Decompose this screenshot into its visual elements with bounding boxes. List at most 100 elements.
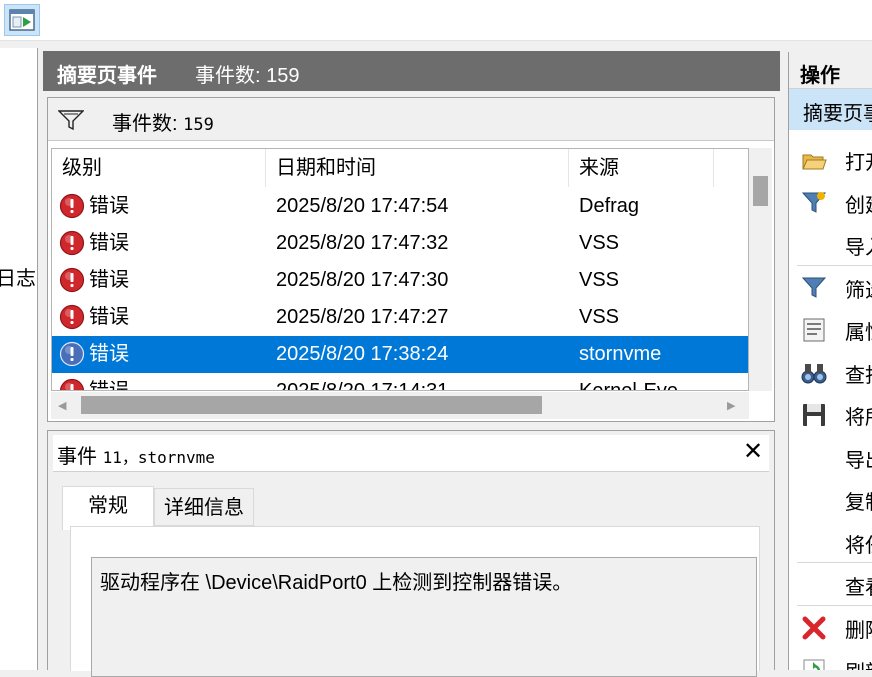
cell-datetime: 2025/8/20 17:47:27 <box>276 306 449 328</box>
refresh-icon <box>803 659 825 670</box>
console-pane-icon <box>9 9 35 31</box>
tree-item-label[interactable]: 日志 <box>0 262 36 291</box>
column-header-datetime[interactable]: 日期和时间 <box>266 149 569 187</box>
cell-source: stornvme <box>579 343 662 365</box>
table-row[interactable]: 错误 2025/8/20 17:38:24 stornvme <box>52 336 748 373</box>
table-row[interactable]: 错误 2025/8/20 17:47:30 VSS <box>52 262 748 299</box>
cell-level: 错误 <box>89 343 129 365</box>
column-header-level[interactable]: 级别 <box>52 149 266 187</box>
actions-section-label: 摘要页事 <box>803 103 872 125</box>
scroll-left-arrow-icon[interactable]: ◀ <box>58 399 66 412</box>
action-item-label: 将任 <box>845 534 872 557</box>
event-detail-panel: 事件 11，stornvme ✕ 常规 详细信息 驱动程序在 \Device\R… <box>47 430 775 677</box>
error-icon <box>59 230 85 256</box>
action-item-label: 打开 <box>845 152 872 174</box>
action-item-label: 查看 <box>845 577 872 599</box>
filter-count: 事件数: 159 <box>112 107 214 136</box>
detail-title: 事件 11，stornvme <box>57 440 215 469</box>
cell-source: VSS <box>579 306 620 328</box>
action-item[interactable]: 属性 <box>789 308 872 350</box>
action-item-label: 删除 <box>845 619 872 642</box>
vertical-scrollbar[interactable] <box>749 148 772 391</box>
actions-header: 操作 <box>789 52 872 89</box>
action-item[interactable]: 复制 <box>789 478 872 520</box>
action-item[interactable]: 将任 <box>789 521 872 563</box>
cell-source: VSS <box>579 269 620 291</box>
event-count-label: 事件数: 159 <box>195 65 300 87</box>
error-icon <box>59 193 85 219</box>
detail-title-prefix: 事件 <box>57 446 97 468</box>
action-item-label: 创建 <box>845 194 872 217</box>
action-item[interactable]: 筛选 <box>789 266 872 308</box>
detail-title-event: 11，stornvme <box>102 448 215 467</box>
console-tree-pane[interactable]: 日志 <box>0 48 38 670</box>
filter-count-label: 事件数: <box>112 113 178 135</box>
action-item[interactable]: 查找 <box>789 351 872 393</box>
cell-source: VSS <box>579 232 620 254</box>
tab-general[interactable]: 常规 <box>62 486 154 530</box>
table-row[interactable]: 错误 2025/8/20 17:47:32 VSS <box>52 225 748 262</box>
cell-datetime: 2025/8/20 17:47:30 <box>276 269 449 291</box>
tab-details[interactable]: 详细信息 <box>154 488 254 526</box>
cell-datetime: 2025/8/20 17:14:31 <box>276 380 449 391</box>
action-item-label: 属性 <box>845 322 872 344</box>
show-hide-action-pane-button[interactable] <box>4 4 40 36</box>
column-header-source[interactable]: 来源 <box>569 149 714 187</box>
cell-level: 错误 <box>89 195 129 217</box>
action-item-label: 查找 <box>845 364 872 387</box>
summary-header: 摘要页事件 事件数: 159 <box>43 51 780 91</box>
error-icon <box>59 304 85 330</box>
events-table[interactable]: 级别 日期和时间 来源 错误 2025/8/20 17:47:54 Defrag 错误… <box>51 148 749 391</box>
column-header-filler <box>714 149 748 187</box>
horizontal-scroll-thumb[interactable] <box>81 396 542 414</box>
action-item[interactable]: 打开 <box>789 138 872 180</box>
folder-open-icon <box>802 154 827 170</box>
action-item[interactable]: 刷新 <box>789 648 872 670</box>
scroll-right-arrow-icon[interactable]: ▶ <box>727 399 735 412</box>
close-icon[interactable]: ✕ <box>741 439 765 465</box>
table-row[interactable]: 错误 2025/8/20 17:47:54 Defrag <box>52 188 748 225</box>
cell-datetime: 2025/8/20 17:47:32 <box>276 232 449 254</box>
filter-create-icon <box>801 191 827 213</box>
event-description-box[interactable]: 驱动程序在 \Device\RaidPort0 上检测到控制器错误。 <box>91 557 757 677</box>
cell-source: Defrag <box>579 195 640 217</box>
action-item-label: 导出 <box>845 449 872 472</box>
error-icon <box>59 341 85 367</box>
action-item[interactable]: 删除 <box>789 606 872 648</box>
action-item-label: 筛选 <box>845 279 872 302</box>
properties-icon <box>803 318 825 342</box>
save-icon <box>803 404 825 426</box>
table-row[interactable]: 错误 2025/8/20 17:14:31 Kernel-Eve <box>52 373 748 391</box>
action-item-label: 刷新 <box>845 656 872 670</box>
action-item[interactable]: 导出 <box>789 436 872 478</box>
cell-source: Kernel-Eve <box>579 380 678 391</box>
horizontal-scrollbar[interactable]: ◀ ▶ <box>51 392 749 419</box>
event-description: 驱动程序在 \Device\RaidPort0 上检测到控制器错误。 <box>100 572 573 594</box>
page-title: 摘要页事件 <box>57 65 157 87</box>
action-item-label: 复制 <box>845 492 872 514</box>
toolbar <box>0 0 872 41</box>
filter-funnel-icon <box>58 110 84 131</box>
filter-count-value: 159 <box>183 115 214 135</box>
tab-content: 驱动程序在 \Device\RaidPort0 上检测到控制器错误。 <box>70 526 760 677</box>
actions-section-header[interactable]: 摘要页事 <box>789 89 872 130</box>
filter-bar: 事件数: 159 <box>48 98 774 141</box>
action-item-label: 导入 <box>845 237 872 259</box>
action-item-label: 将所 <box>845 407 872 429</box>
action-item[interactable]: 查看 <box>789 563 872 605</box>
vertical-scroll-thumb[interactable] <box>753 176 768 206</box>
detail-header: 事件 11，stornvme ✕ <box>53 435 769 472</box>
action-item[interactable]: 将所 <box>789 393 872 435</box>
error-icon <box>59 378 85 390</box>
cell-level: 错误 <box>89 380 129 391</box>
action-item[interactable]: 导入 <box>789 223 872 265</box>
delete-icon <box>802 616 826 639</box>
cell-level: 错误 <box>89 306 129 328</box>
cell-datetime: 2025/8/20 17:47:54 <box>276 195 449 217</box>
filter-icon <box>801 277 827 298</box>
table-row[interactable]: 错误 2025/8/20 17:47:27 VSS <box>52 299 748 336</box>
error-icon <box>59 267 85 293</box>
cell-datetime: 2025/8/20 17:38:24 <box>276 343 449 365</box>
action-item[interactable]: 创建 <box>789 181 872 223</box>
cell-level: 错误 <box>89 232 129 254</box>
